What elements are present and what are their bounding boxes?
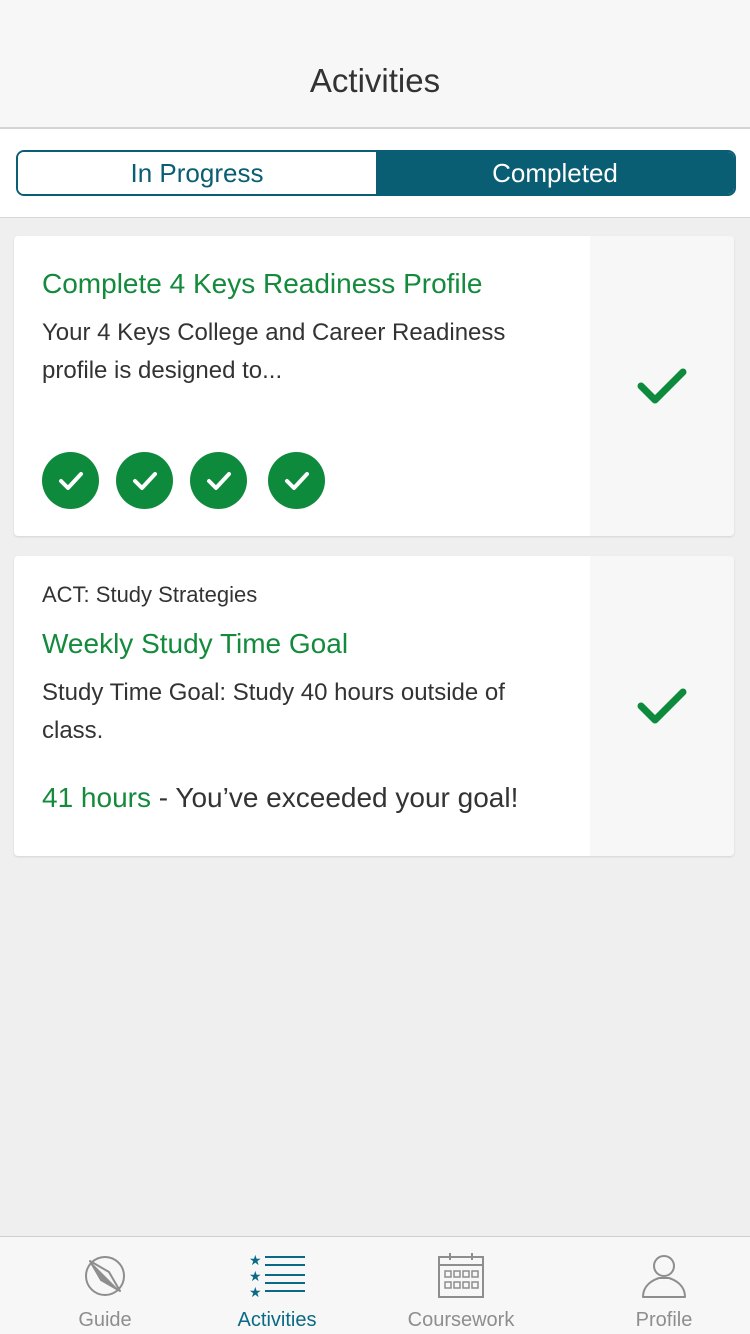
segmented-control: In Progress Completed bbox=[16, 150, 736, 196]
tab-guide[interactable]: Guide bbox=[0, 1237, 210, 1334]
result-hours: 41 hours bbox=[42, 782, 151, 813]
step-complete-icon bbox=[268, 452, 325, 509]
result-message: - You’ve exceeded your goal! bbox=[150, 782, 519, 813]
tab-coursework[interactable]: Coursework bbox=[344, 1237, 578, 1334]
card-description: Study Time Goal: Study 40 hours outside … bbox=[42, 679, 505, 744]
starred-list-icon: ★ ★ ★ bbox=[249, 1253, 305, 1299]
card-title: Weekly Study Time Goal bbox=[42, 628, 349, 659]
calendar-icon bbox=[438, 1253, 484, 1298]
check-icon bbox=[637, 688, 687, 724]
step-complete-icon bbox=[190, 452, 247, 509]
tab-label: Guide bbox=[78, 1309, 132, 1331]
compass-icon bbox=[85, 1256, 125, 1296]
activity-card[interactable]: ACT: Study Strategies Weekly Study Time … bbox=[14, 556, 734, 856]
card-status-panel bbox=[590, 556, 734, 856]
segment-area: In Progress Completed bbox=[0, 129, 750, 218]
svg-text:★: ★ bbox=[249, 1269, 262, 1285]
segment-completed[interactable]: Completed bbox=[376, 152, 734, 194]
tab-profile[interactable]: Profile bbox=[578, 1237, 750, 1334]
segment-in-progress[interactable]: In Progress bbox=[18, 152, 376, 194]
svg-text:★: ★ bbox=[249, 1253, 262, 1269]
page-title: Activities bbox=[309, 62, 441, 99]
navigation-bar: Activities bbox=[0, 0, 750, 129]
activity-card[interactable]: Complete 4 Keys Readiness Profile Your 4… bbox=[14, 236, 734, 536]
tab-bar: Guide ★ ★ ★ Activities Coursework Profil… bbox=[0, 1236, 750, 1334]
svg-text:★: ★ bbox=[249, 1285, 262, 1299]
card-category: ACT: Study Strategies bbox=[42, 582, 258, 607]
step-complete-icon bbox=[116, 452, 173, 509]
tab-label: Coursework bbox=[407, 1309, 515, 1331]
goal-result: 41 hours - You’ve exceeded your goal! bbox=[42, 782, 518, 814]
card-title: Complete 4 Keys Readiness Profile bbox=[42, 268, 483, 299]
card-status-panel bbox=[590, 236, 734, 536]
card-description: Your 4 Keys College and Career Readiness… bbox=[42, 319, 506, 384]
person-icon bbox=[642, 1255, 686, 1298]
step-complete-icon bbox=[42, 452, 99, 509]
tab-label: Activities bbox=[237, 1309, 317, 1331]
check-icon bbox=[637, 368, 687, 404]
tab-activities[interactable]: ★ ★ ★ Activities bbox=[210, 1237, 344, 1334]
tab-label: Profile bbox=[635, 1309, 693, 1331]
